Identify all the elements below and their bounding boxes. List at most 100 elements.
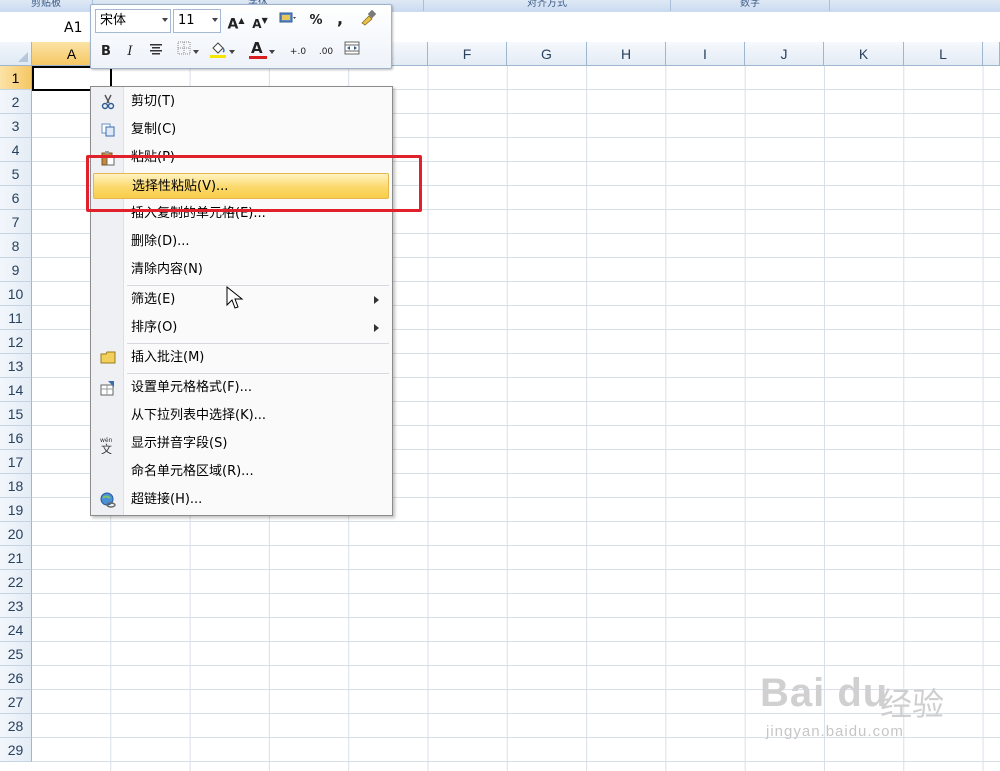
column-header-k[interactable]: K — [824, 42, 904, 66]
shrink-font-label: A — [252, 17, 262, 31]
fill-color-button[interactable] — [207, 39, 229, 61]
font-size-value: 11 — [178, 13, 195, 28]
row-header-8[interactable]: 8 — [0, 234, 32, 258]
column-header-i[interactable]: I — [666, 42, 745, 66]
format-cells-icon — [99, 380, 117, 396]
comment-icon — [99, 350, 117, 366]
row-header-10[interactable]: 10 — [0, 282, 32, 306]
row-header-20[interactable]: 20 — [0, 522, 32, 546]
row-header-13[interactable]: 13 — [0, 354, 32, 378]
row-header-12[interactable]: 12 — [0, 330, 32, 354]
row-header-17[interactable]: 17 — [0, 450, 32, 474]
menu-item-define-name[interactable]: 命名单元格区域(R)... — [93, 459, 389, 485]
menu-item-copy[interactable]: 复制(C) — [93, 117, 389, 143]
font-size-combobox[interactable]: 11 — [173, 9, 221, 33]
row-header-26[interactable]: 26 — [0, 666, 32, 690]
menu-item-format-cells[interactable]: 设置单元格格式(F)... — [93, 375, 389, 401]
row-header-27[interactable]: 27 — [0, 690, 32, 714]
menu-item-pick-from-list[interactable]: 从下拉列表中选择(K)... — [93, 403, 389, 429]
menu-item-cut[interactable]: 剪切(T) — [93, 89, 389, 115]
row-header-1[interactable]: 1 — [0, 66, 32, 90]
fill-bucket-icon — [210, 42, 226, 58]
font-color-dropdown[interactable] — [267, 41, 277, 63]
row-header-6[interactable]: 6 — [0, 186, 32, 210]
increase-decimal-button[interactable]: +.0 — [287, 41, 309, 63]
row-header-14[interactable]: 14 — [0, 378, 32, 402]
font-name-combobox[interactable]: 宋体 — [95, 9, 171, 33]
phonetic-icon: wén 文 — [99, 436, 117, 456]
menu-separator — [127, 343, 389, 344]
watermark-jingyan-text: 经验 — [880, 686, 945, 722]
annotation-highlight-box — [86, 155, 422, 212]
row-header-19[interactable]: 19 — [0, 498, 32, 522]
borders-dropdown[interactable] — [191, 41, 201, 63]
merge-center-button[interactable] — [341, 41, 363, 63]
center-align-button[interactable] — [145, 41, 167, 63]
column-header-g[interactable]: G — [507, 42, 587, 66]
menu-item-show-phonetic[interactable]: wén 文 显示拼音字段(S) — [93, 431, 389, 457]
column-header-f[interactable]: F — [428, 42, 507, 66]
menu-item-insert-comment[interactable]: 插入批注(M) — [93, 345, 389, 371]
menu-item-label: 复制(C) — [131, 122, 177, 137]
chevron-down-icon — [212, 18, 218, 22]
column-header-j[interactable]: J — [745, 42, 824, 66]
row-header-29[interactable]: 29 — [0, 738, 32, 762]
borders-icon — [177, 41, 191, 55]
menu-item-clear-contents[interactable]: 清除内容(N) — [93, 257, 389, 283]
font-name-value: 宋体 — [100, 13, 127, 28]
row-header-7[interactable]: 7 — [0, 210, 32, 234]
row-header-24[interactable]: 24 — [0, 618, 32, 642]
accounting-format-button[interactable] — [277, 10, 299, 32]
chevron-down-icon — [269, 50, 275, 54]
comma-style-button[interactable]: , — [329, 8, 351, 30]
ribbon-group-styles[interactable] — [830, 0, 1000, 11]
italic-button[interactable]: I — [119, 41, 141, 63]
percent-style-button[interactable]: % — [305, 10, 327, 32]
menu-item-label: 清除内容(N) — [131, 262, 203, 277]
menu-item-label: 超链接(H)... — [131, 492, 203, 507]
row-header-23[interactable]: 23 — [0, 594, 32, 618]
baidu-jingyan-watermark: Bai du 经验 jingyan.baidu.com — [760, 665, 990, 755]
format-painter-button[interactable] — [357, 9, 379, 32]
row-header-21[interactable]: 21 — [0, 546, 32, 570]
menu-item-hyperlink[interactable]: 超链接(H)... — [93, 487, 389, 513]
row-header-28[interactable]: 28 — [0, 714, 32, 738]
menu-item-delete[interactable]: 删除(D)... — [93, 229, 389, 255]
row-header-4[interactable]: 4 — [0, 138, 32, 162]
row-header-9[interactable]: 9 — [0, 258, 32, 282]
menu-item-label: 剪切(T) — [131, 94, 176, 109]
chevron-right-icon — [374, 324, 379, 332]
menu-item-label: 删除(D)... — [131, 234, 190, 249]
column-header-l[interactable]: L — [904, 42, 983, 66]
menu-item-label: 设置单元格格式(F)... — [131, 380, 253, 395]
bold-button[interactable]: B — [95, 41, 117, 63]
shrink-font-button[interactable]: A▼ — [249, 10, 271, 32]
row-header-11[interactable]: 11 — [0, 306, 32, 330]
row-header-3[interactable]: 3 — [0, 114, 32, 138]
watermark-url: jingyan.baidu.com — [766, 723, 904, 740]
format-painter-icon — [361, 9, 377, 26]
copy-icon — [99, 122, 117, 138]
menu-item-sort[interactable]: 排序(O) — [93, 315, 389, 341]
row-header-25[interactable]: 25 — [0, 642, 32, 666]
font-color-button[interactable]: A — [247, 39, 269, 61]
row-header-16[interactable]: 16 — [0, 426, 32, 450]
column-header-h[interactable]: H — [587, 42, 666, 66]
row-header-2[interactable]: 2 — [0, 90, 32, 114]
row-header-18[interactable]: 18 — [0, 474, 32, 498]
grow-font-label: A — [227, 16, 239, 33]
row-header-22[interactable]: 22 — [0, 570, 32, 594]
merge-cells-icon — [344, 41, 360, 55]
row-header-5[interactable]: 5 — [0, 162, 32, 186]
fill-color-dropdown[interactable] — [227, 41, 237, 63]
decrease-decimal-button[interactable]: .00 — [315, 41, 337, 63]
select-all-button[interactable] — [0, 42, 32, 66]
grow-font-button[interactable]: A▲ — [225, 10, 247, 33]
column-header-filler — [983, 42, 1000, 66]
row-header-15[interactable]: 15 — [0, 402, 32, 426]
ribbon-group-clipboard[interactable]: 剪贴板 — [0, 0, 93, 11]
menu-separator — [127, 285, 389, 286]
ribbon-group-alignment[interactable]: 对齐方式 — [424, 0, 671, 11]
ribbon-group-number[interactable]: 数字 — [671, 0, 830, 11]
chevron-down-icon — [193, 50, 199, 54]
